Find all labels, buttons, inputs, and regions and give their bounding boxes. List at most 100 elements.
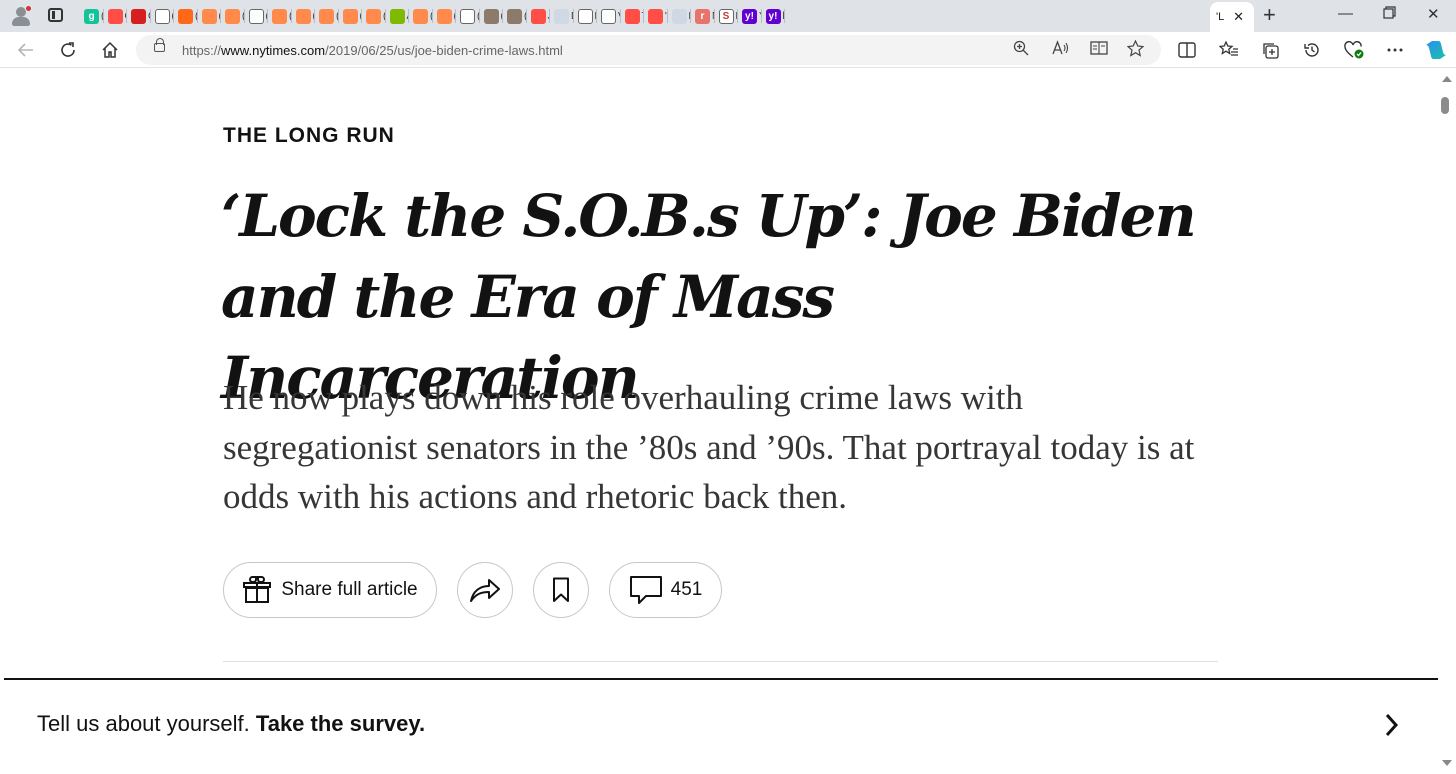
share-full-article-label: Share full article (281, 579, 418, 600)
browser-tab[interactable]: ( (503, 0, 527, 32)
more-menu-icon[interactable] (1384, 39, 1406, 61)
home-icon[interactable] (99, 39, 121, 61)
browser-essentials-icon[interactable] (1343, 39, 1365, 61)
survey-banner-top-rule (4, 678, 1438, 680)
yahoo-icon: y! (742, 8, 757, 24)
document-icon (577, 8, 593, 24)
browser-tab[interactable]: ( (292, 0, 315, 32)
tab-list: g(4CG((((((((((A(((((JuDF(VTr"IBrNSRy!Yy… (80, 0, 785, 32)
substack-icon (225, 8, 240, 24)
browser-tab[interactable]: rN (691, 0, 715, 32)
browser-tab[interactable]: Ju (527, 0, 550, 32)
browser-tab[interactable]: ( (480, 0, 503, 32)
scrollbar-thumb[interactable] (1441, 97, 1449, 114)
article-kicker[interactable]: THE LONG RUN (223, 124, 395, 148)
substack-icon (342, 8, 358, 24)
browser-tab[interactable]: y!Y (738, 0, 762, 32)
tab-strip: g(4CG((((((((((A(((((JuDF(VTr"IBrNSRy!Yy… (0, 0, 1456, 32)
article-summary: He now plays down his role overhauling c… (223, 378, 1195, 516)
document-icon (248, 8, 264, 24)
favorites-icon[interactable] (1218, 39, 1240, 61)
youtube-icon (648, 8, 663, 24)
gift-icon (242, 575, 272, 605)
browser-tab[interactable]: G (127, 0, 151, 32)
refresh-icon[interactable] (57, 39, 79, 61)
browser-tab[interactable]: A (386, 0, 409, 32)
split-screen-icon[interactable] (1176, 39, 1198, 61)
substack-icon (366, 8, 381, 24)
browser-tab[interactable]: V (597, 0, 621, 32)
immersive-reader-icon[interactable] (1090, 40, 1108, 60)
chevron-right-icon[interactable] (1380, 711, 1402, 739)
vertical-scrollbar[interactable] (1438, 68, 1456, 774)
scroll-down-arrow-icon[interactable] (1442, 760, 1452, 766)
browser-tab[interactable]: ( (151, 0, 174, 32)
substack-icon (178, 8, 193, 24)
history-icon[interactable] (1301, 39, 1323, 61)
browser-tab[interactable]: Tr (621, 0, 644, 32)
favorite-star-icon[interactable] (1126, 39, 1145, 61)
zoom-icon[interactable] (1013, 40, 1029, 60)
browser-tab[interactable]: y!b (762, 0, 786, 32)
browser-tab[interactable]: SR (715, 0, 738, 32)
active-tab-title: 'L (1216, 11, 1225, 23)
browser-tab[interactable]: F( (574, 0, 597, 32)
survey-link[interactable]: Take the survey. (256, 711, 425, 736)
microsoft-icon (389, 8, 405, 24)
url-text[interactable]: https://www.nytimes.com/2019/06/25/us/jo… (182, 43, 563, 58)
browser-tab[interactable]: ( (245, 0, 268, 32)
browser-tab[interactable]: ( (339, 0, 362, 32)
substack-icon (272, 8, 287, 24)
browser-tab[interactable]: ( (221, 0, 245, 32)
active-tab[interactable]: 'L ✕ (1210, 2, 1254, 32)
survey-banner[interactable]: Tell us about yourself. Take the survey. (37, 711, 425, 737)
browser-tab[interactable]: g(4 (80, 0, 104, 32)
browser-tab[interactable]: ( (268, 0, 292, 32)
navigation-bar: https://www.nytimes.com/2019/06/25/us/jo… (0, 32, 1456, 68)
browser-tab[interactable]: ( (409, 0, 433, 32)
comments-button[interactable]: 451 (609, 562, 722, 618)
lock-icon[interactable] (154, 38, 165, 52)
collections-icon[interactable] (1259, 39, 1281, 61)
close-window-icon[interactable]: ✕ (1427, 5, 1440, 23)
youtube-icon (530, 8, 546, 24)
copilot-icon[interactable] (1425, 39, 1447, 61)
share-button[interactable] (457, 562, 513, 618)
browser-tab[interactable]: D (550, 0, 574, 32)
minimize-icon[interactable]: — (1338, 5, 1353, 22)
document-icon (154, 8, 170, 24)
browser-tab[interactable]: C (104, 0, 127, 32)
scroll-up-arrow-icon[interactable] (1442, 76, 1452, 82)
substack-icon (201, 8, 217, 24)
browser-tab[interactable]: "I (644, 0, 668, 32)
red-square-icon: r (695, 8, 710, 24)
browser-tab-title: b (783, 11, 786, 22)
browser-tab[interactable]: ( (315, 0, 339, 32)
maximize-icon[interactable] (1383, 6, 1396, 23)
back-icon[interactable] (15, 39, 37, 61)
substack-icon (413, 8, 428, 24)
profile-avatar-icon[interactable] (10, 5, 32, 27)
browser-tab[interactable]: ( (456, 0, 480, 32)
divider (223, 661, 1218, 662)
browser-tab[interactable]: ( (362, 0, 386, 32)
close-tab-icon[interactable]: ✕ (1233, 9, 1244, 25)
browser-tab[interactable]: ( (198, 0, 221, 32)
substack-icon (436, 8, 452, 24)
tab-actions-menu-icon[interactable] (48, 8, 63, 22)
youtube-icon (624, 8, 640, 24)
browser-tab[interactable]: ( (433, 0, 456, 32)
pdf-icon (131, 8, 146, 24)
share-full-article-button[interactable]: Share full article (223, 562, 437, 618)
new-tab-icon[interactable]: + (1263, 4, 1276, 26)
save-bookmark-button[interactable] (533, 562, 589, 618)
read-aloud-icon[interactable] (1052, 40, 1070, 60)
browser-tab[interactable]: ( (174, 0, 198, 32)
address-bar[interactable]: https://www.nytimes.com/2019/06/25/us/jo… (136, 35, 1161, 65)
document-icon (601, 8, 616, 24)
browser-tab[interactable]: B (668, 0, 691, 32)
image-thumbnail-icon (483, 8, 499, 24)
document-icon (460, 8, 475, 24)
bookmark-icon (553, 577, 569, 602)
substack-icon (295, 8, 311, 24)
